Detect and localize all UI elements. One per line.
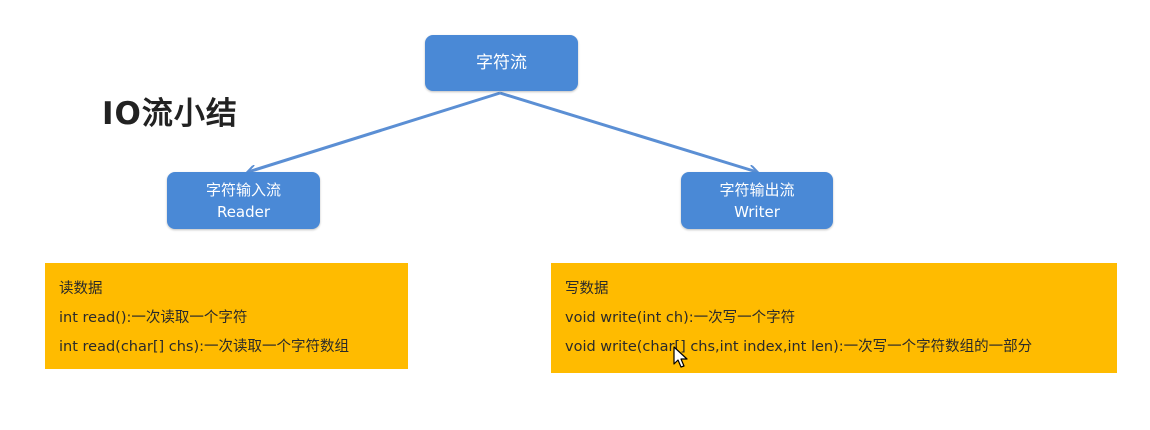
arrow-root-to-writer [499,91,757,172]
write-methods-box: 写数据 void write(int ch):一次写一个字符 void writ… [551,263,1117,373]
page-title: IO流小结 [102,96,238,132]
write-heading: 写数据 [565,281,609,297]
node-reader-class: Reader [216,202,271,221]
read-methods-box: 读数据 int read():一次读取一个字符 int read(char[] … [45,263,408,369]
write-method-item: void write(int ch):一次写一个字符 [565,310,796,326]
diagram-canvas: IO流小结 字符流 字符输入流 Reader 字符输出流 Writer 读数据 … [0,0,1150,430]
node-writer: 字符输出流 Writer [681,172,833,229]
read-heading: 读数据 [59,281,103,297]
node-reader: 字符输入流 Reader [167,172,320,229]
node-character-stream-label: 字符流 [476,53,527,73]
arrow-root-to-reader [248,91,501,172]
read-method-item: int read(char[] chs):一次读取一个字符数组 [59,339,350,355]
mouse-pointer-icon [673,346,688,368]
node-reader-label: 字符输入流 [205,180,281,199]
node-writer-class: Writer [734,202,780,221]
node-writer-label: 字符输出流 [719,180,795,199]
read-method-item: int read():一次读取一个字符 [59,310,248,326]
node-character-stream: 字符流 [425,35,578,91]
write-method-item: void write(char[] chs,int index,int len)… [565,339,1033,355]
